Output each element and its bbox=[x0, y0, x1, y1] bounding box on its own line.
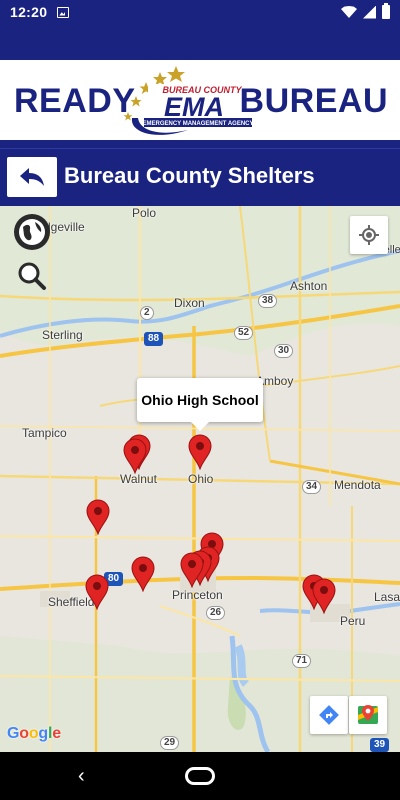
highway-shield-26: 26 bbox=[206, 606, 226, 620]
map-label-tampico: Tampico bbox=[22, 426, 67, 440]
info-window-title: Ohio High School bbox=[141, 392, 259, 408]
map-label-dixon: Dixon bbox=[174, 296, 205, 310]
shelter-pin[interactable] bbox=[131, 556, 155, 592]
divider-band bbox=[0, 140, 400, 148]
map-label-lasa: Lasa bbox=[374, 590, 400, 604]
highway-shield-34: 34 bbox=[302, 480, 322, 494]
info-window[interactable]: Ohio High School bbox=[137, 378, 263, 431]
highway-shield-29: 29 bbox=[160, 736, 180, 750]
directions-icon bbox=[319, 705, 339, 725]
ema-logo-sub-text: EMERGENCY MANAGEMENT AGENCY bbox=[142, 121, 253, 127]
wifi-icon bbox=[341, 6, 357, 18]
highway-shield-71: 71 bbox=[292, 654, 312, 668]
back-button[interactable] bbox=[7, 157, 57, 197]
shelter-pin[interactable] bbox=[312, 578, 336, 614]
highway-shield-38: 38 bbox=[258, 294, 278, 308]
layers-button[interactable] bbox=[14, 214, 50, 250]
map-label-ashton: Ashton bbox=[290, 279, 328, 293]
ema-logo: BUREAU COUNTY EMA EMERGENCY MANAGEMENT A… bbox=[123, 66, 254, 135]
shelter-pin-ohio-high-school[interactable] bbox=[188, 434, 212, 470]
nav-back-icon[interactable]: ‹ bbox=[78, 765, 85, 788]
battery-icon bbox=[382, 3, 390, 19]
google-attribution: Google bbox=[7, 725, 61, 742]
system-nav-bar: ‹ bbox=[0, 752, 400, 800]
shelter-pin[interactable] bbox=[85, 574, 109, 610]
shelter-map[interactable]: dgeville Polo Rochelle Ashton Dixon Ster… bbox=[0, 206, 400, 752]
logo-banner: READY BUREAU COUNTY EMA EMERGENCY MANAGE… bbox=[0, 60, 400, 140]
status-time: 12:20 bbox=[10, 4, 48, 20]
my-location-icon bbox=[359, 225, 379, 245]
highway-shield-88: 88 bbox=[144, 332, 164, 346]
status-bar: 12:20 bbox=[0, 0, 400, 24]
map-label-mendota: Mendota bbox=[334, 478, 381, 492]
banner-right-word: BUREAU bbox=[239, 82, 388, 120]
nav-home-icon[interactable] bbox=[185, 767, 215, 785]
open-google-maps-button[interactable] bbox=[349, 696, 387, 734]
layers-icon bbox=[19, 219, 45, 245]
highway-shield-39: 39 bbox=[370, 738, 390, 752]
highway-shield-30: 30 bbox=[274, 344, 294, 358]
my-location-button[interactable] bbox=[350, 216, 388, 254]
map-label-princeton: Princeton bbox=[172, 588, 223, 602]
back-arrow-icon bbox=[20, 168, 44, 186]
map-label-polo: Polo bbox=[132, 206, 157, 220]
status-icons bbox=[341, 3, 390, 19]
map-label-sterling: Sterling bbox=[42, 328, 83, 342]
notification-image-icon bbox=[57, 6, 70, 18]
signal-icon bbox=[363, 5, 376, 19]
zoom-search-icon bbox=[18, 262, 46, 290]
zoom-search-button[interactable] bbox=[14, 258, 50, 294]
map-label-walnut: Walnut bbox=[120, 472, 157, 486]
title-bar: Bureau County Shelters bbox=[0, 148, 400, 206]
map-label-dgeville: dgeville bbox=[44, 220, 85, 234]
ema-logo-main-text: EMA bbox=[164, 92, 224, 122]
shelter-pin[interactable] bbox=[123, 438, 147, 474]
google-maps-icon bbox=[358, 705, 378, 724]
shelter-pin[interactable] bbox=[180, 552, 204, 588]
page-title: Bureau County Shelters bbox=[64, 163, 315, 188]
map-label-peru: Peru bbox=[340, 614, 366, 628]
highway-shield-52: 52 bbox=[234, 326, 254, 340]
shelter-pin[interactable] bbox=[86, 499, 110, 535]
highway-shield-2: 2 bbox=[140, 306, 154, 320]
map-label-ohio: Ohio bbox=[188, 472, 214, 486]
header-band bbox=[0, 24, 400, 60]
directions-button[interactable] bbox=[310, 696, 348, 734]
